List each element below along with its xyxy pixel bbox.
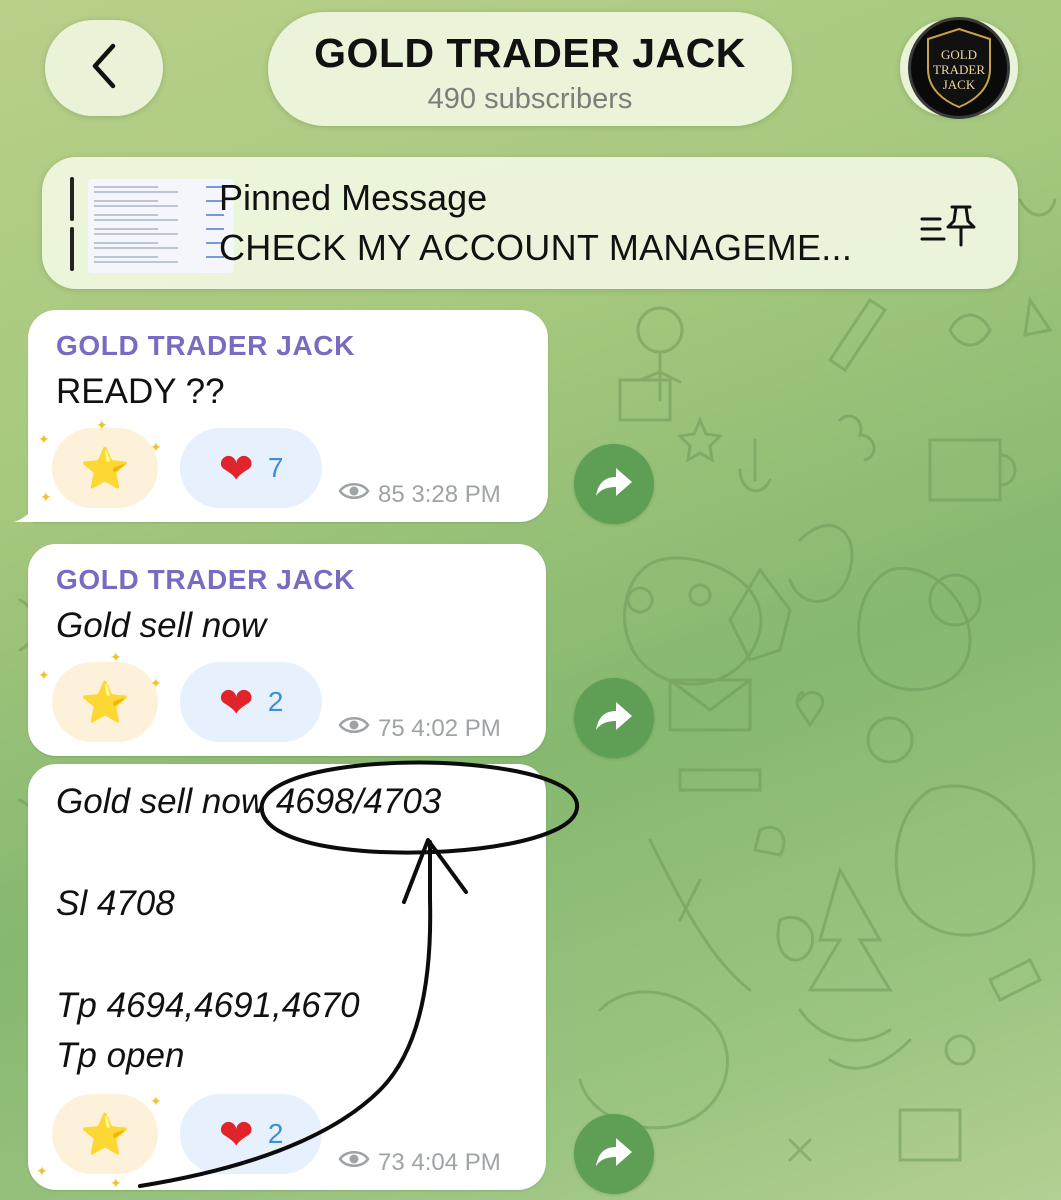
annotation-overlay [138, 760, 580, 1188]
annotation-arrow [138, 840, 433, 1188]
annotation-ellipse [259, 760, 580, 855]
